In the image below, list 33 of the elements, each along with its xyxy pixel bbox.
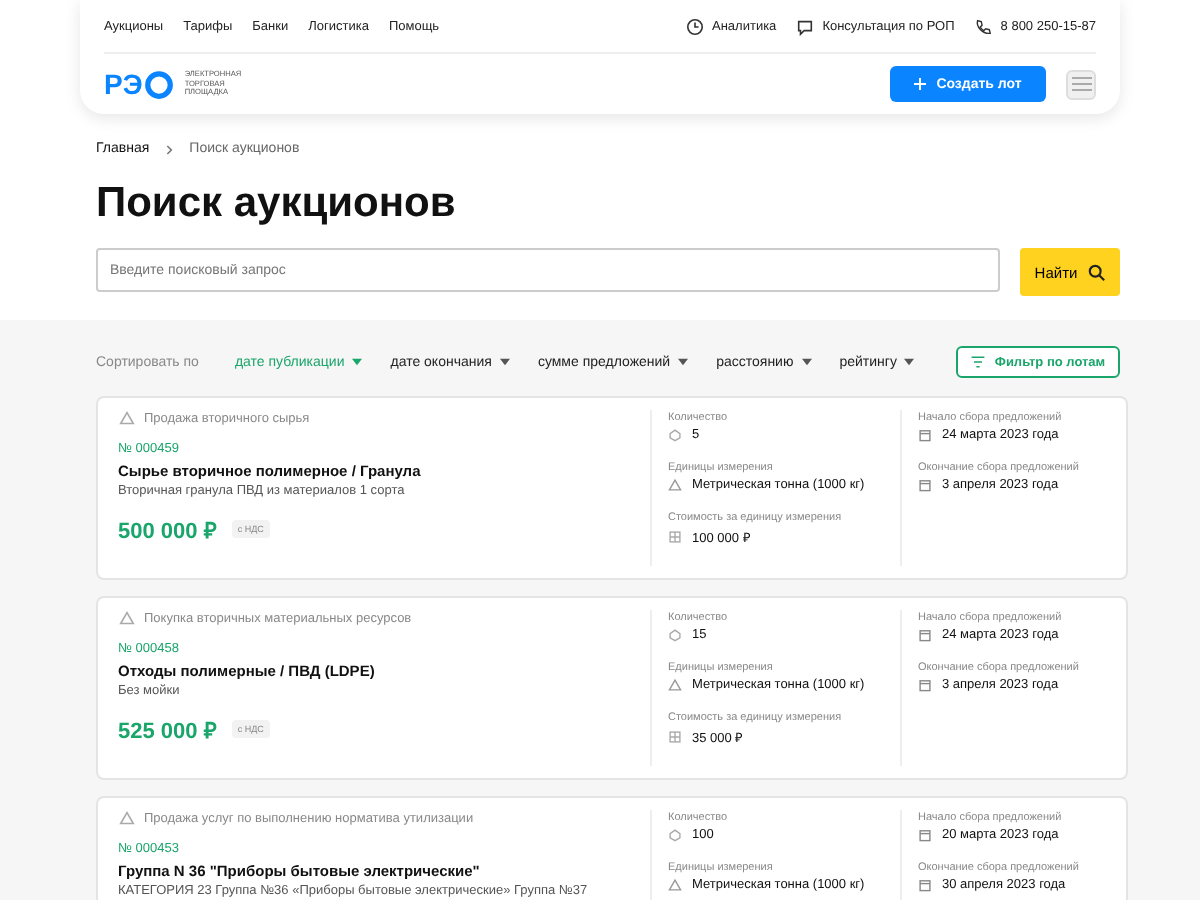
phone-icon <box>974 17 993 35</box>
lot-price: 500 000 ₽ <box>118 518 216 544</box>
triangle-icon <box>668 478 682 492</box>
menu-icon <box>1069 74 1093 94</box>
calendar-icon <box>918 478 932 492</box>
triangle-icon <box>668 678 682 692</box>
logo-text[interactable]: РЭ <box>104 68 143 100</box>
box-icon <box>668 428 682 442</box>
plus-icon <box>914 78 927 90</box>
clock-icon <box>686 17 704 35</box>
caret-icon <box>801 358 812 366</box>
caret-icon <box>904 358 915 366</box>
chat-icon <box>796 17 815 35</box>
grid-icon <box>668 730 682 744</box>
calendar-icon <box>918 428 932 442</box>
page-title: Поиск аукционов <box>96 180 458 228</box>
lot-price: 525 000 ₽ <box>118 718 216 744</box>
calendar-icon <box>918 828 932 842</box>
logo-ring-icon <box>144 69 175 99</box>
filter-icon <box>970 354 987 370</box>
menu-button[interactable] <box>1066 69 1096 99</box>
caret-icon <box>678 358 689 366</box>
caret-icon <box>352 358 363 366</box>
calendar-icon <box>918 628 932 642</box>
triangle-icon <box>668 878 682 892</box>
chevron-icon <box>165 143 174 155</box>
box-icon <box>668 828 682 842</box>
calendar-icon <box>918 678 932 692</box>
search-icon <box>1087 263 1106 281</box>
calendar-icon <box>918 878 932 892</box>
grid-icon <box>668 530 682 544</box>
caret-icon <box>499 358 510 366</box>
box-icon <box>668 628 682 642</box>
